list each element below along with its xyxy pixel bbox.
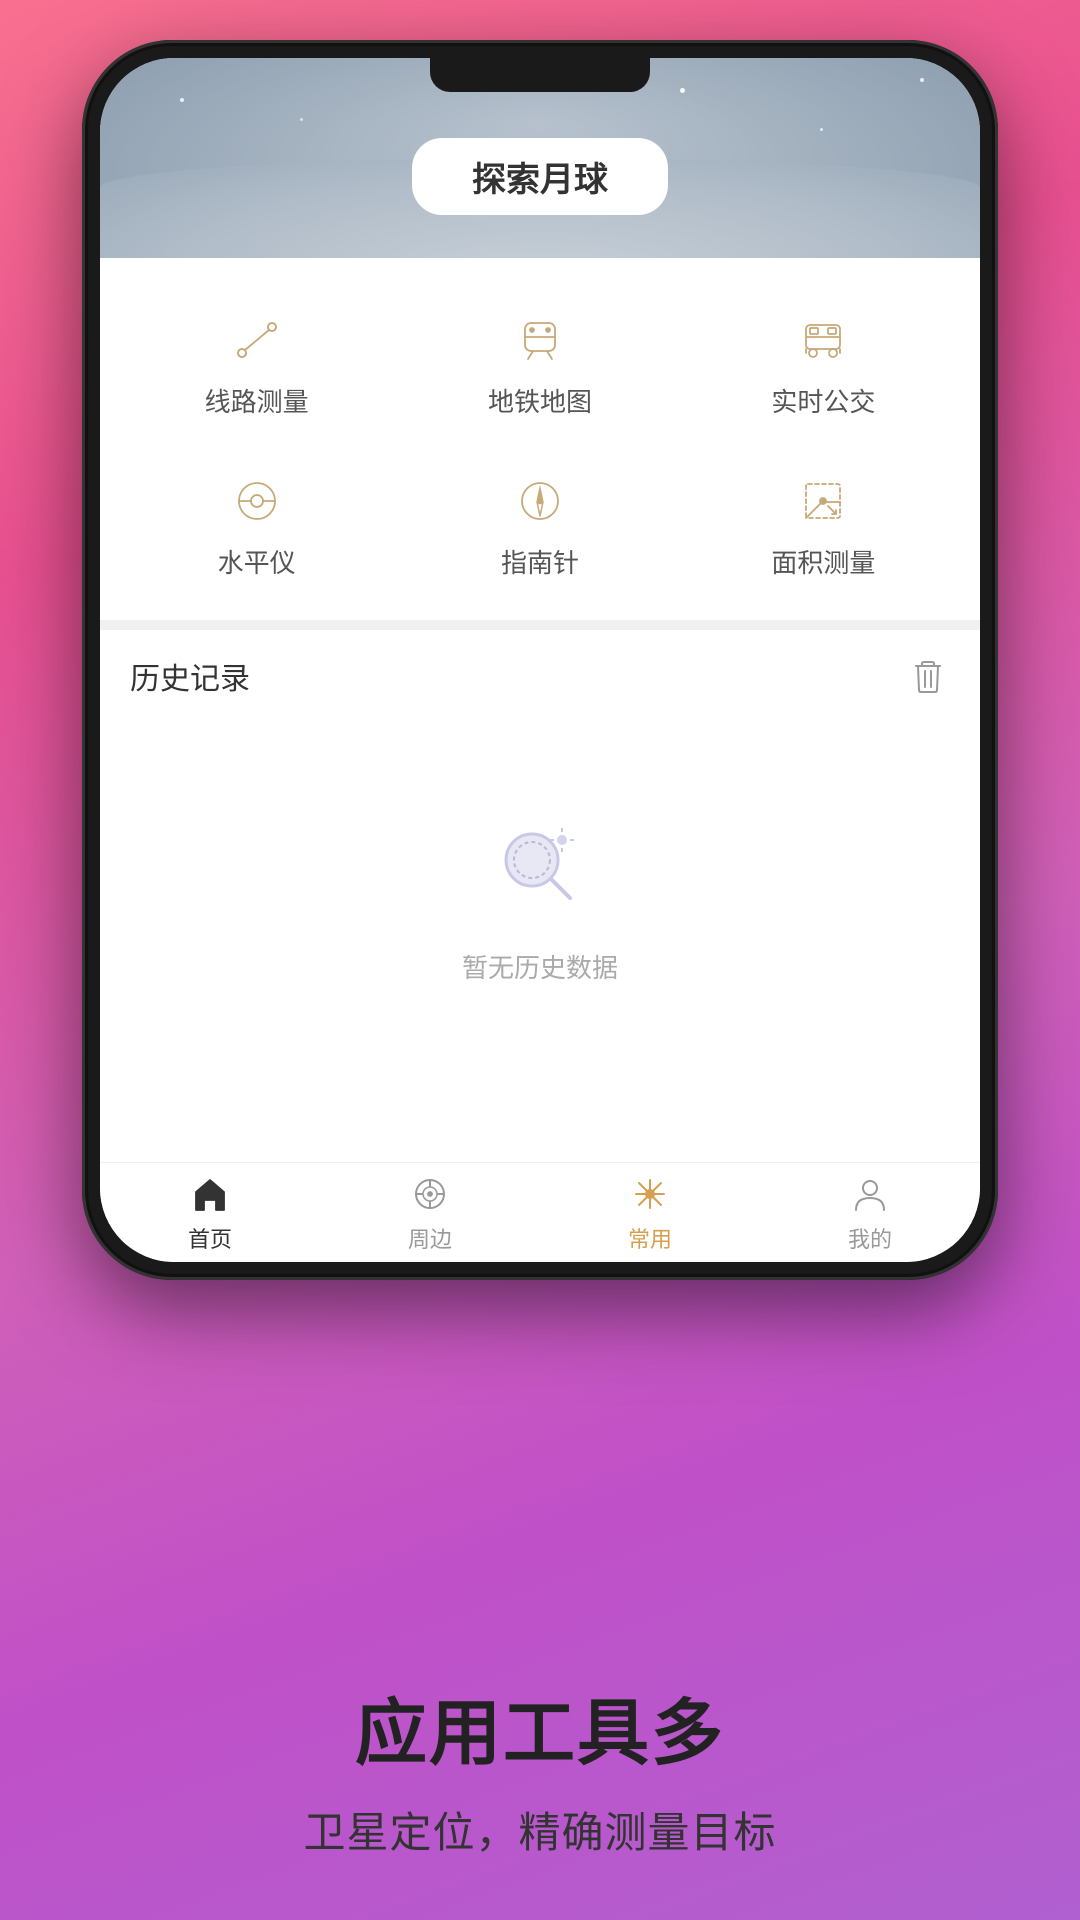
tools-nav-icon xyxy=(628,1172,672,1216)
nearby-nav-icon xyxy=(408,1172,452,1216)
area-measure-label: 面积测量 xyxy=(771,543,875,580)
history-title: 历史记录 xyxy=(130,654,250,698)
promo-sub-text: 卫星定位，精确测量目标 xyxy=(60,1799,1020,1860)
bottom-nav: 首页 周边 xyxy=(100,1162,980,1262)
subway-map-label: 地铁地图 xyxy=(488,382,592,419)
star xyxy=(920,78,924,82)
promo-text-area: 应用工具多 卫星定位，精确测量目标 xyxy=(0,1674,1080,1860)
empty-text: 暂无历史数据 xyxy=(462,948,618,985)
realtime-bus-label: 实时公交 xyxy=(771,382,875,419)
nav-item-mine[interactable]: 我的 xyxy=(760,1162,980,1263)
area-measure-icon xyxy=(795,473,851,529)
main-content: 线路测量 xyxy=(100,258,980,1162)
tool-line-measure[interactable]: 线路测量 xyxy=(120,288,393,439)
tools-grid-section: 线路测量 xyxy=(100,258,980,620)
phone-screen: 探索月球 xyxy=(100,58,980,1262)
tool-subway-map[interactable]: 地铁地图 xyxy=(403,288,676,439)
tool-realtime-bus[interactable]: 实时公交 xyxy=(687,288,960,439)
nav-mine-label: 我的 xyxy=(848,1222,892,1254)
nav-tools-label: 常用 xyxy=(628,1222,672,1254)
nav-item-home[interactable]: 首页 xyxy=(100,1162,320,1263)
home-nav-icon xyxy=(188,1172,232,1216)
history-header: 历史记录 xyxy=(130,654,950,698)
subway-icon xyxy=(512,312,568,368)
title-pill: 探索月球 xyxy=(412,138,668,215)
promo-main-text: 应用工具多 xyxy=(60,1674,1020,1779)
nav-home-label: 首页 xyxy=(188,1222,232,1254)
tools-row-2: 水平仪 指南针 xyxy=(120,449,960,600)
compass-icon xyxy=(512,473,568,529)
nav-item-nearby[interactable]: 周边 xyxy=(320,1162,540,1263)
empty-search-icon xyxy=(490,818,590,918)
level-label: 水平仪 xyxy=(218,543,296,580)
history-section: 历史记录 xyxy=(100,630,980,1069)
star xyxy=(180,98,184,102)
mine-nav-icon xyxy=(848,1172,892,1216)
level-icon xyxy=(229,473,285,529)
section-divider xyxy=(100,620,980,630)
tools-row-1: 线路测量 xyxy=(120,288,960,439)
star xyxy=(820,128,823,131)
empty-state: 暂无历史数据 xyxy=(130,718,950,1045)
tool-area-measure[interactable]: 面积测量 xyxy=(687,449,960,600)
nav-item-tools[interactable]: 常用 xyxy=(540,1162,760,1263)
star xyxy=(300,118,303,121)
tool-level[interactable]: 水平仪 xyxy=(120,449,393,600)
phone-frame: 探索月球 xyxy=(82,40,998,1280)
bus-icon xyxy=(795,312,851,368)
hero-title: 探索月球 xyxy=(472,161,608,199)
line-measure-label: 线路测量 xyxy=(205,382,309,419)
line-measure-icon xyxy=(229,312,285,368)
notch xyxy=(430,58,650,92)
compass-label: 指南针 xyxy=(501,543,579,580)
star xyxy=(680,88,685,93)
tool-compass[interactable]: 指南针 xyxy=(403,449,676,600)
delete-history-button[interactable] xyxy=(906,654,950,698)
nav-nearby-label: 周边 xyxy=(408,1222,452,1254)
